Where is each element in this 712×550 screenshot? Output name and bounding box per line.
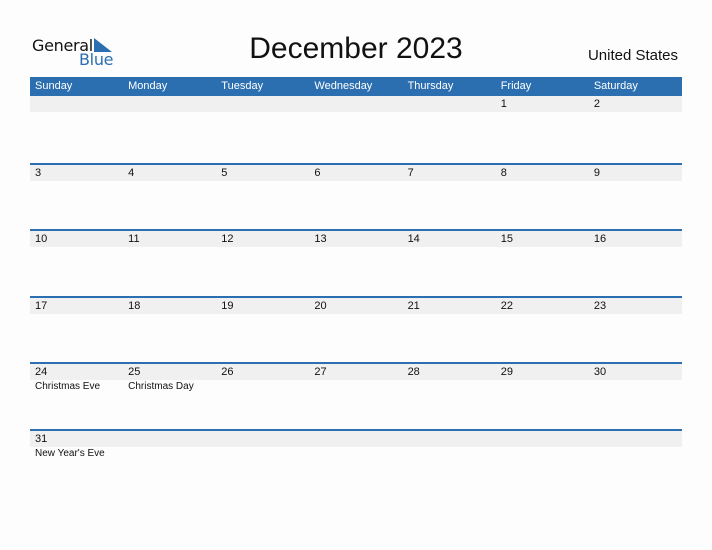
day-number: 21 — [407, 299, 420, 312]
week-row: 12 — [30, 96, 682, 163]
day-number: 3 — [35, 166, 42, 179]
holiday-label: Christmas Eve — [35, 381, 101, 392]
day-number: 20 — [314, 299, 327, 312]
day-number: 15 — [500, 233, 513, 245]
holiday-label — [309, 380, 402, 394]
day-number: 7 — [407, 166, 414, 179]
week-row: 24 25 26 27 28 29 30 Christmas Eve Christmas Day — [30, 362, 682, 429]
holiday-label — [216, 447, 309, 461]
holiday-label — [589, 380, 682, 394]
day-number: 22 — [500, 299, 513, 312]
day-number — [30, 96, 123, 112]
day-number: 23 — [593, 299, 607, 312]
day-number: 25 — [128, 366, 141, 378]
day-number: 29 — [500, 366, 513, 378]
day-number — [496, 431, 589, 447]
day-number: 5 — [221, 166, 228, 179]
week-row: 31 New Year's Eve — [30, 428, 682, 496]
holiday-label — [496, 447, 589, 461]
day-number — [309, 96, 402, 112]
day-number: 27 — [314, 366, 327, 378]
weekday-saturday: Saturday — [593, 80, 638, 92]
holiday-label — [123, 447, 216, 461]
day-number: 17 — [35, 299, 48, 312]
day-number — [589, 431, 682, 447]
weekday-wednesday: Wednesday — [314, 80, 373, 92]
day-number — [123, 431, 216, 447]
holiday-strip: New Year's Eve — [30, 447, 682, 461]
holiday-label: New Year's Eve — [35, 447, 105, 459]
week-row: 10 11 12 13 14 15 16 — [30, 229, 682, 296]
holiday-label — [496, 380, 589, 394]
day-number: 28 — [407, 366, 420, 378]
weekday-monday: Monday — [128, 80, 168, 92]
holiday-label — [589, 447, 682, 461]
day-number: 14 — [407, 233, 420, 245]
day-number — [216, 431, 309, 447]
day-number-strip: 17 18 19 20 21 22 23 — [30, 297, 682, 314]
day-number: 31 — [35, 432, 48, 445]
day-number-strip: 31 — [30, 430, 682, 447]
holiday-label — [403, 447, 496, 461]
day-number — [403, 431, 496, 447]
country-label: United States — [587, 47, 678, 64]
day-number-strip: 24 25 26 27 28 29 30 — [30, 364, 682, 380]
day-number: 19 — [221, 299, 234, 312]
week-row: 3 4 5 6 7 8 9 — [30, 162, 682, 230]
day-number-strip: 10 11 12 13 14 15 16 — [30, 231, 682, 247]
weekday-tuesday: Tuesday — [221, 80, 264, 92]
day-number: 2 — [593, 98, 600, 110]
weekday-friday: Friday — [500, 80, 532, 92]
day-number: 8 — [500, 166, 507, 179]
day-number — [403, 96, 496, 112]
day-number: 13 — [314, 233, 327, 245]
day-number: 9 — [593, 166, 600, 179]
day-number: 26 — [221, 366, 234, 378]
day-number: 6 — [314, 166, 321, 179]
day-number: 24 — [35, 366, 48, 378]
day-number: 11 — [128, 233, 140, 245]
week-row: 17 18 19 20 21 22 23 — [30, 295, 682, 363]
weeks-container: 1 2 3 4 5 6 7 8 9 10 11 12 13 14 15 16 17 18 19 20 21 22 23 24 2… — [30, 96, 682, 495]
day-number: 16 — [593, 233, 607, 245]
holiday-label — [309, 447, 402, 461]
day-number: 12 — [221, 233, 234, 245]
calendar-grid: Sunday Monday Tuesday Wednesday Thursday… — [30, 77, 682, 495]
day-number-strip: 3 4 5 6 7 8 9 — [30, 164, 682, 181]
holiday-strip: Christmas Eve Christmas Day — [30, 380, 682, 394]
holiday-label: Christmas Day — [128, 381, 194, 392]
holiday-label — [403, 380, 496, 394]
holiday-label — [216, 380, 309, 394]
day-number: 18 — [128, 299, 141, 312]
day-number: 1 — [500, 98, 507, 110]
day-number — [123, 96, 216, 112]
weekday-thursday: Thursday — [407, 80, 454, 92]
weekday-sunday: Sunday — [35, 80, 73, 92]
day-number: 10 — [35, 233, 48, 245]
day-number — [216, 96, 309, 112]
weekday-header: Sunday Monday Tuesday Wednesday Thursday… — [30, 77, 682, 96]
day-number: 4 — [128, 166, 135, 179]
day-number: 30 — [593, 366, 607, 378]
day-number-strip: 12 — [30, 96, 682, 112]
day-number — [309, 431, 402, 447]
